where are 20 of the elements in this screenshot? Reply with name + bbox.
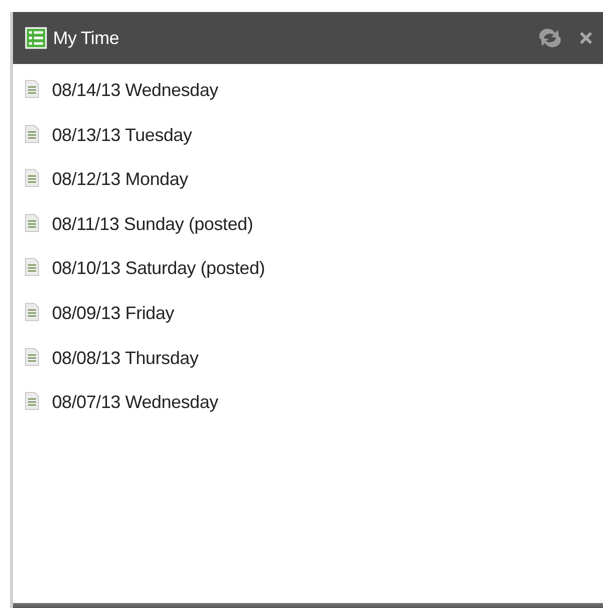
document-icon — [25, 214, 39, 232]
document-icon — [25, 80, 39, 98]
list-item[interactable]: 08/14/13 Wednesday — [25, 79, 218, 124]
list-item[interactable]: 08/13/13 Tuesday — [25, 124, 192, 168]
list-item[interactable]: 08/07/13 Wednesday — [25, 391, 218, 436]
list-icon — [25, 27, 47, 49]
document-icon — [25, 258, 39, 276]
list-item[interactable]: 08/10/13 Saturday (posted) — [25, 257, 265, 302]
document-icon — [25, 392, 39, 410]
document-icon — [25, 348, 39, 366]
close-icon[interactable] — [579, 31, 593, 45]
refresh-icon[interactable] — [537, 27, 563, 49]
panel-title: My Time — [53, 26, 119, 50]
list-item[interactable]: 08/08/13 Thursday — [25, 346, 198, 392]
list-item[interactable]: 08/09/13 Friday — [25, 302, 174, 347]
document-icon — [25, 302, 39, 321]
document-icon — [25, 169, 39, 188]
list-item[interactable]: 08/12/13 Monday — [25, 168, 188, 213]
list-item[interactable]: 08/11/13 Sunday (posted) — [25, 212, 254, 258]
document-icon — [25, 124, 39, 143]
